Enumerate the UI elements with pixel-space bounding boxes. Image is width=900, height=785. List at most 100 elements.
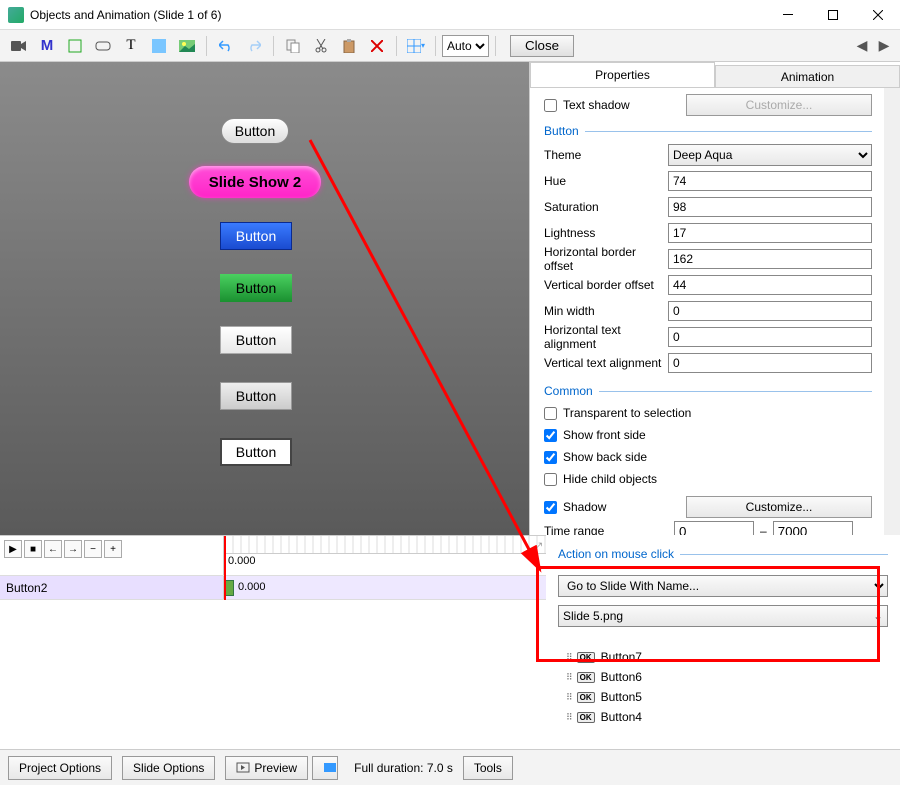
vbo-input[interactable] bbox=[668, 275, 872, 295]
lightness-label: Lightness bbox=[544, 226, 668, 240]
minw-input[interactable] bbox=[668, 301, 872, 321]
action-select[interactable]: Go to Slide With Name... bbox=[558, 575, 888, 597]
timeline-prev-button[interactable]: ← bbox=[44, 540, 62, 558]
theme-label: Theme bbox=[544, 148, 668, 162]
timeline-delete-kf-button[interactable]: − bbox=[84, 540, 102, 558]
text-shadow-checkbox[interactable] bbox=[544, 99, 557, 112]
front-checkbox[interactable] bbox=[544, 429, 557, 442]
text-icon[interactable]: T bbox=[118, 33, 144, 59]
grid-icon[interactable]: ▾ bbox=[403, 33, 429, 59]
timeline-playhead[interactable] bbox=[224, 536, 226, 576]
vbo-label: Vertical border offset bbox=[544, 278, 668, 292]
delete-icon[interactable] bbox=[364, 33, 390, 59]
hta-input[interactable] bbox=[668, 327, 872, 347]
prev-slide-arrow[interactable]: ◀ bbox=[852, 36, 872, 56]
list-item[interactable]: ⠿OKButton5 bbox=[566, 687, 880, 707]
section-common: Common bbox=[544, 384, 593, 398]
timerange-to-input[interactable] bbox=[773, 521, 853, 535]
hbo-label: Horizontal border offset bbox=[544, 245, 668, 273]
tab-properties[interactable]: Properties bbox=[530, 62, 715, 87]
saturation-input[interactable] bbox=[668, 197, 872, 217]
hta-label: Horizontal text alignment bbox=[544, 323, 668, 351]
timerange-from-input[interactable] bbox=[674, 521, 754, 535]
close-panel-button[interactable]: Close bbox=[510, 35, 574, 57]
slide-options-button[interactable]: Slide Options bbox=[122, 756, 215, 780]
tools-button[interactable]: Tools bbox=[463, 756, 513, 780]
timerange-label: Time range bbox=[544, 524, 668, 535]
canvas-button-4[interactable]: Button bbox=[220, 274, 292, 302]
front-label: Show front side bbox=[563, 428, 646, 442]
hue-input[interactable] bbox=[668, 171, 872, 191]
timeline-add-kf-button[interactable]: + bbox=[104, 540, 122, 558]
timeline-zero-label: 0.000 bbox=[228, 555, 256, 567]
keyframe-label: 0.000 bbox=[238, 581, 266, 593]
vta-label: Vertical text alignment bbox=[544, 356, 668, 370]
cut-icon[interactable] bbox=[308, 33, 334, 59]
timeline-stop-button[interactable]: ■ bbox=[24, 540, 42, 558]
project-options-button[interactable]: Project Options bbox=[8, 756, 112, 780]
canvas-button-1[interactable]: Button bbox=[221, 118, 289, 144]
shadow-label: Shadow bbox=[563, 500, 606, 514]
timerange-dash: – bbox=[760, 524, 767, 535]
preview-button[interactable]: Preview bbox=[225, 756, 308, 780]
list-item[interactable]: ⠿OKButton7 bbox=[566, 647, 880, 667]
rectangle-icon[interactable] bbox=[146, 33, 172, 59]
shadow-checkbox[interactable] bbox=[544, 501, 557, 514]
toolbar: M T ▾ Auto Close ◀ ▶ bbox=[0, 30, 900, 62]
redo-icon[interactable] bbox=[241, 33, 267, 59]
paste-icon[interactable] bbox=[336, 33, 362, 59]
timeline-play-button[interactable]: ▶ bbox=[4, 540, 22, 558]
text-shadow-label: Text shadow bbox=[563, 98, 630, 112]
timeline[interactable]: ▶ ■ ← → − + 0.000 ⤢ bbox=[0, 535, 546, 575]
timeline-next-button[interactable]: → bbox=[64, 540, 82, 558]
canvas-button-slideshow2[interactable]: Slide Show 2 bbox=[189, 166, 321, 198]
canvas-button-5[interactable]: Button bbox=[220, 326, 292, 354]
layer-row[interactable]: Button2 0.000 bbox=[0, 575, 546, 599]
button-icon[interactable] bbox=[90, 33, 116, 59]
transparent-checkbox[interactable] bbox=[544, 407, 557, 420]
hide-checkbox[interactable] bbox=[544, 473, 557, 486]
back-checkbox[interactable] bbox=[544, 451, 557, 464]
slide-name-combo[interactable]: Slide 5.png⌄ bbox=[558, 605, 888, 627]
layer-playhead[interactable] bbox=[224, 576, 226, 600]
tab-animation[interactable]: Animation bbox=[715, 65, 900, 87]
list-item[interactable]: ⠿OKButton6 bbox=[566, 667, 880, 687]
shadow-customize-button[interactable]: Customize... bbox=[686, 496, 872, 518]
hue-label: Hue bbox=[544, 174, 668, 188]
theme-select[interactable]: Deep Aqua bbox=[668, 144, 872, 166]
timeline-expand-icon[interactable]: ⤢ bbox=[532, 540, 542, 555]
timeline-empty-area bbox=[0, 599, 546, 749]
close-button[interactable] bbox=[855, 0, 900, 29]
image-icon[interactable] bbox=[174, 33, 200, 59]
camera-icon[interactable] bbox=[6, 33, 32, 59]
canvas[interactable]: Button Slide Show 2 Button Button Button… bbox=[0, 62, 529, 535]
duration-label: Full duration: 7.0 s bbox=[354, 761, 453, 775]
text-shadow-customize-button: Customize... bbox=[686, 94, 872, 116]
saturation-label: Saturation bbox=[544, 200, 668, 214]
list-item[interactable]: ⠿OKButton4 bbox=[566, 707, 880, 727]
transparent-label: Transparent to selection bbox=[563, 406, 691, 420]
mask-icon[interactable]: M bbox=[34, 33, 60, 59]
object-list: ⠿OKButton7 ⠿OKButton6 ⠿OKButton5 ⠿OKButt… bbox=[546, 641, 900, 733]
vta-input[interactable] bbox=[668, 353, 872, 373]
maximize-button[interactable] bbox=[810, 0, 855, 29]
lightness-input[interactable] bbox=[668, 223, 872, 243]
properties-scrollbar[interactable] bbox=[884, 88, 900, 535]
preview-fullscreen-button[interactable] bbox=[312, 756, 338, 780]
titlebar: Objects and Animation (Slide 1 of 6) bbox=[0, 0, 900, 30]
minw-label: Min width bbox=[544, 304, 668, 318]
frame-icon[interactable] bbox=[62, 33, 88, 59]
next-slide-arrow[interactable]: ▶ bbox=[874, 36, 894, 56]
minimize-button[interactable] bbox=[765, 0, 810, 29]
zoom-select[interactable]: Auto bbox=[442, 35, 489, 57]
undo-icon[interactable] bbox=[213, 33, 239, 59]
canvas-button-3[interactable]: Button bbox=[220, 222, 292, 250]
canvas-button-6[interactable]: Button bbox=[220, 382, 292, 410]
properties-panel: Properties Animation Text shadow Customi… bbox=[530, 62, 900, 535]
layer-name: Button2 bbox=[0, 576, 224, 599]
back-label: Show back side bbox=[563, 450, 647, 464]
hbo-input[interactable] bbox=[668, 249, 872, 269]
copy-icon[interactable] bbox=[280, 33, 306, 59]
canvas-button-7[interactable]: Button bbox=[220, 438, 292, 466]
bottom-bar: Project Options Slide Options Preview Fu… bbox=[0, 749, 900, 785]
